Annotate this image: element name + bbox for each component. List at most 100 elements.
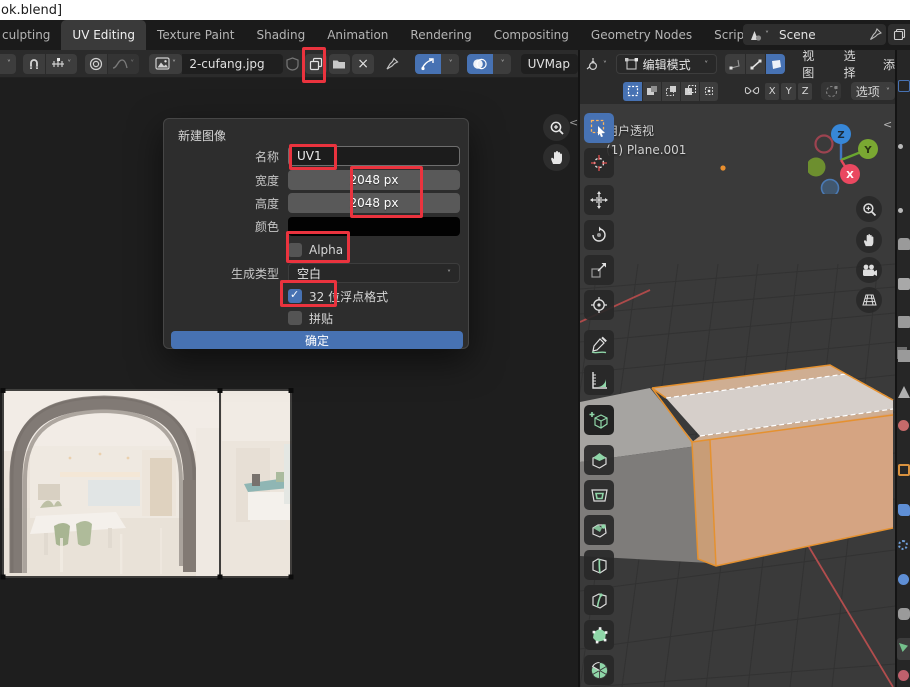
scene-icon[interactable]: ˅: [743, 24, 773, 45]
tab-modifiers[interactable]: [898, 504, 910, 516]
mode-dropdown[interactable]: 编辑模式 ˅: [616, 54, 718, 74]
viewport-canvas[interactable]: 用户透视 (1) Plane.001 < Z Y X: [580, 104, 895, 687]
tool-transform[interactable]: [584, 290, 614, 320]
transform-pivot-dropdown[interactable]: ˅: [583, 54, 610, 74]
tool-add-cube[interactable]: [584, 405, 614, 435]
svg-text:X: X: [846, 170, 854, 181]
tool-select-box[interactable]: [584, 113, 614, 143]
properties-tab-column[interactable]: [897, 50, 910, 687]
selectmode-subtract[interactable]: [661, 82, 680, 101]
zoom-icon[interactable]: [856, 196, 882, 222]
viewport-overlay-text: 用户透视 (1) Plane.001: [606, 122, 686, 160]
open-image-folder-button[interactable]: [329, 54, 351, 74]
mirror-y-toggle[interactable]: Y: [781, 83, 795, 100]
tab-animation[interactable]: Animation: [316, 20, 399, 50]
tab-material[interactable]: [898, 670, 909, 681]
vertex-select-toggle[interactable]: [725, 54, 745, 74]
tool-loop-cut[interactable]: [584, 550, 614, 580]
selectmode-intersect[interactable]: [699, 82, 718, 101]
tab-render[interactable]: [898, 278, 910, 290]
menu-select[interactable]: 选择: [837, 47, 872, 81]
uv-pan-button[interactable]: [543, 144, 570, 171]
face-select-toggle[interactable]: [765, 54, 785, 74]
show-gizmo-toggle[interactable]: [415, 54, 441, 74]
pin-image-icon[interactable]: [381, 54, 403, 74]
navigation-gizmo[interactable]: Z Y X: [808, 120, 878, 194]
selectmode-extend[interactable]: [642, 82, 661, 101]
tab-scene[interactable]: [898, 386, 910, 398]
name-label: 名称: [164, 148, 288, 165]
image-name-field[interactable]: 2-cufang.jpg: [182, 54, 283, 74]
uvmap-selector[interactable]: UVMap: [521, 54, 578, 74]
tab-tool[interactable]: [898, 238, 910, 250]
uv-image-photo: [0, 388, 294, 581]
tool-inset-faces[interactable]: [584, 480, 614, 510]
tool-knife[interactable]: [584, 585, 614, 615]
tab-object-data-active[interactable]: [897, 638, 910, 660]
falloff-dropdown[interactable]: ˅: [107, 54, 139, 74]
mirror-z-toggle[interactable]: Z: [798, 83, 812, 100]
tool-scale[interactable]: [584, 255, 614, 285]
tab-view-layer[interactable]: [898, 350, 910, 362]
tab-rendering[interactable]: Rendering: [399, 20, 482, 50]
tool-move[interactable]: [584, 185, 614, 215]
new-scene-button[interactable]: [888, 24, 910, 45]
tab-geometry-nodes[interactable]: Geometry Nodes: [580, 20, 703, 50]
tab-shading[interactable]: Shading: [245, 20, 316, 50]
scene-name[interactable]: Scene: [773, 28, 865, 42]
selectmode-invert[interactable]: [680, 82, 699, 101]
image-browse-dropdown[interactable]: ˅: [149, 54, 183, 74]
annotation-copy-button: [302, 47, 326, 83]
tool-annotate[interactable]: [584, 330, 614, 360]
tool-spin[interactable]: [584, 655, 614, 685]
tab-output[interactable]: [898, 316, 910, 328]
tool-cursor[interactable]: [584, 148, 614, 178]
tab-sculpting[interactable]: culpting: [0, 20, 61, 50]
properties-editor-icon[interactable]: [898, 80, 910, 92]
tool-measure[interactable]: [584, 365, 614, 395]
tab-particles[interactable]: [898, 540, 908, 550]
dialog-title: 新建图像: [178, 127, 226, 144]
editor-type-dropdown[interactable]: ˅: [0, 54, 16, 74]
snap-magnet-icon[interactable]: [23, 54, 45, 74]
scene-selector[interactable]: ˅ Scene: [743, 24, 886, 45]
uv-zoom-button[interactable]: [543, 114, 570, 141]
tab-compositing[interactable]: Compositing: [483, 20, 580, 50]
width-label: 宽度: [164, 172, 288, 189]
tab-object[interactable]: [898, 464, 910, 476]
snap-with-dropdown[interactable]: ˅: [45, 54, 77, 74]
ok-button[interactable]: 确定: [171, 331, 463, 349]
selectmode-set[interactable]: [623, 82, 642, 101]
workspace-tabbar: culpting UV Editing Texture Paint Shadin…: [0, 20, 910, 50]
viewport-collapse-arrow[interactable]: <: [883, 118, 892, 131]
tiled-label: 拼贴: [309, 310, 333, 327]
annotation-float32: [280, 280, 337, 307]
tool-bevel[interactable]: [584, 515, 614, 545]
ortho-grid-icon[interactable]: [856, 287, 882, 313]
edge-select-toggle[interactable]: [745, 54, 765, 74]
tab-uv-editing[interactable]: UV Editing: [61, 20, 146, 50]
tiled-checkbox[interactable]: [288, 311, 302, 325]
menu-view[interactable]: 视图: [795, 47, 830, 81]
proportional-falloff-icon[interactable]: [821, 82, 840, 100]
pan-hand-icon[interactable]: [856, 227, 882, 253]
tool-extrude-region[interactable]: [584, 445, 614, 475]
menu-add-partial[interactable]: 添: [876, 56, 895, 73]
proportional-edit-icon[interactable]: [85, 54, 107, 74]
tab-texture-paint[interactable]: Texture Paint: [146, 20, 245, 50]
camera-view-icon[interactable]: [856, 257, 882, 283]
pin-scene-icon[interactable]: [865, 24, 886, 45]
fake-user-shield-icon[interactable]: [283, 54, 303, 74]
unlink-image-button[interactable]: ×: [352, 54, 374, 74]
tool-rotate[interactable]: [584, 220, 614, 250]
options-dropdown[interactable]: 选项˅: [851, 82, 895, 100]
tab-world[interactable]: [898, 420, 909, 431]
tool-poly-build[interactable]: [584, 620, 614, 650]
mirror-x-toggle[interactable]: X: [765, 83, 779, 100]
overlays-dropdown[interactable]: ˅: [493, 54, 511, 74]
show-overlays-toggle[interactable]: [467, 54, 493, 74]
gizmo-dropdown[interactable]: ˅: [441, 54, 459, 74]
tab-physics[interactable]: [898, 574, 909, 585]
tab-constraints[interactable]: [898, 608, 910, 620]
uv-collapse-arrow[interactable]: <: [569, 116, 578, 129]
